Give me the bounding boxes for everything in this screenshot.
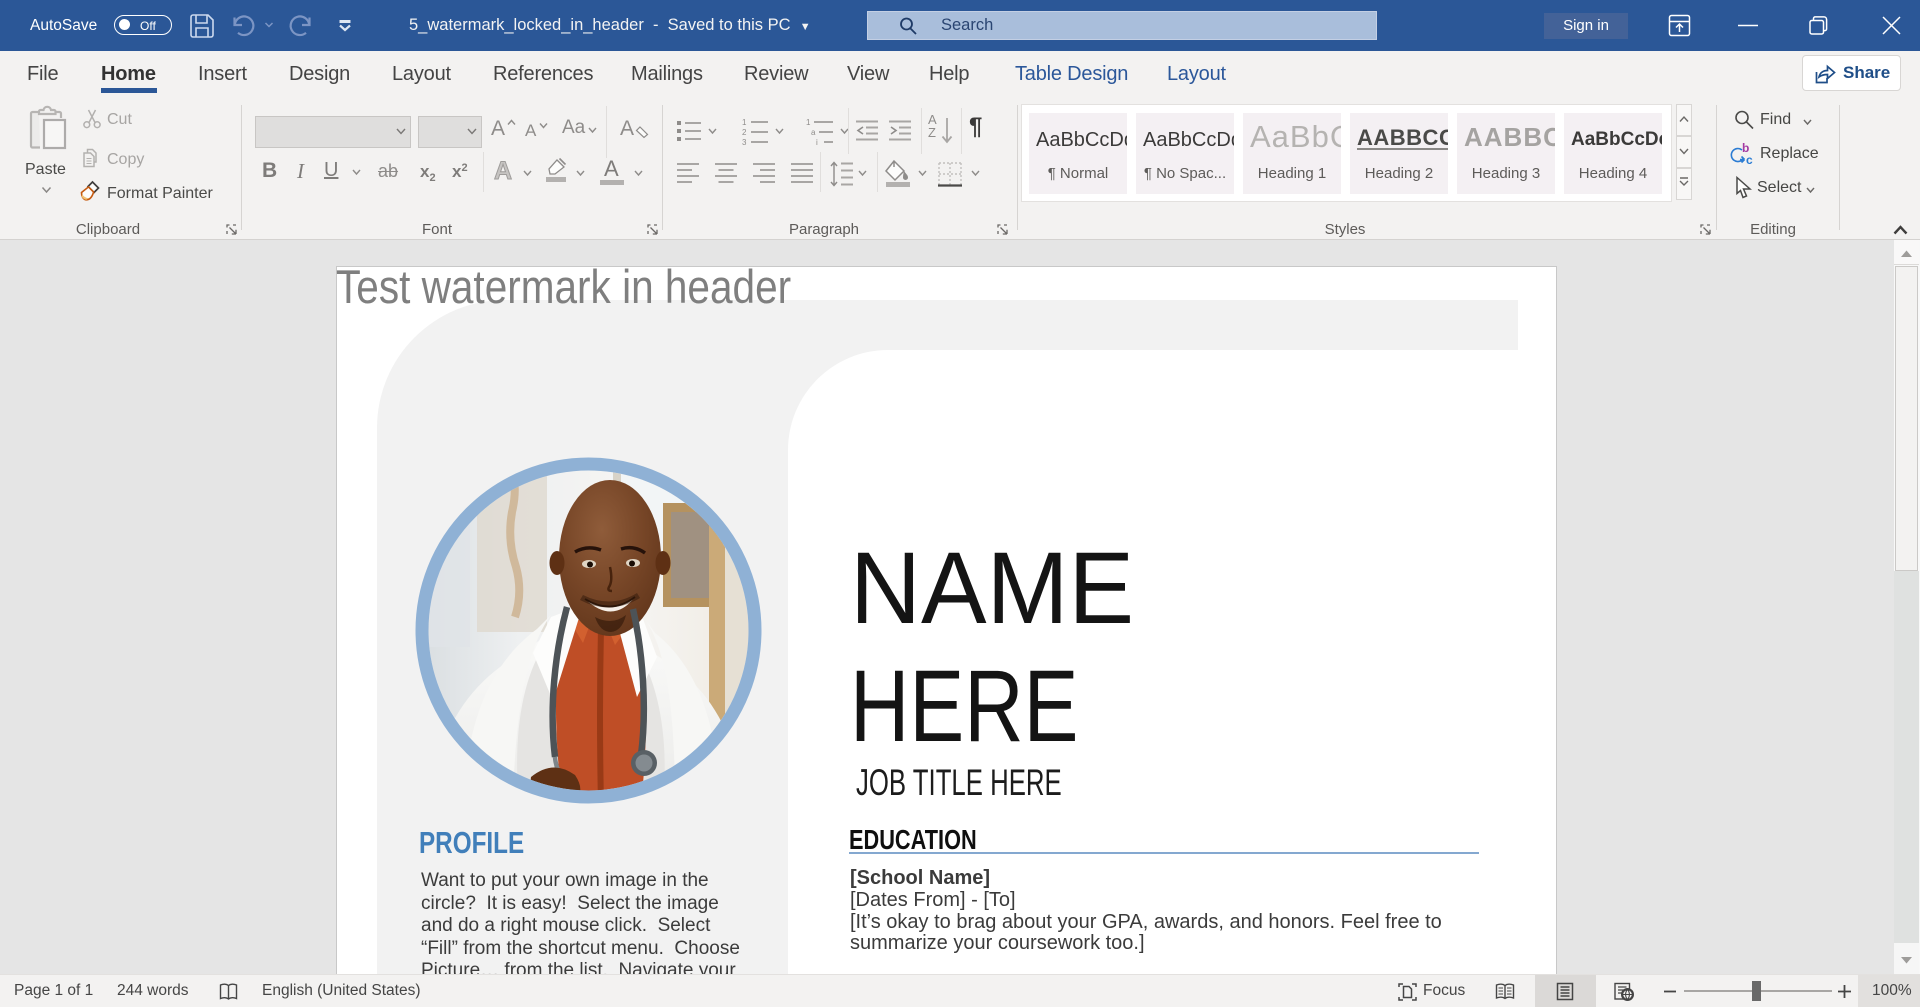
- svg-text:i: i: [816, 138, 818, 147]
- svg-text:2: 2: [742, 128, 747, 137]
- svg-text:1: 1: [742, 118, 747, 127]
- svg-text:3: 3: [742, 138, 747, 147]
- svg-text:c: c: [1746, 153, 1753, 167]
- svg-text:1: 1: [806, 118, 811, 127]
- svg-text:a: a: [811, 128, 816, 137]
